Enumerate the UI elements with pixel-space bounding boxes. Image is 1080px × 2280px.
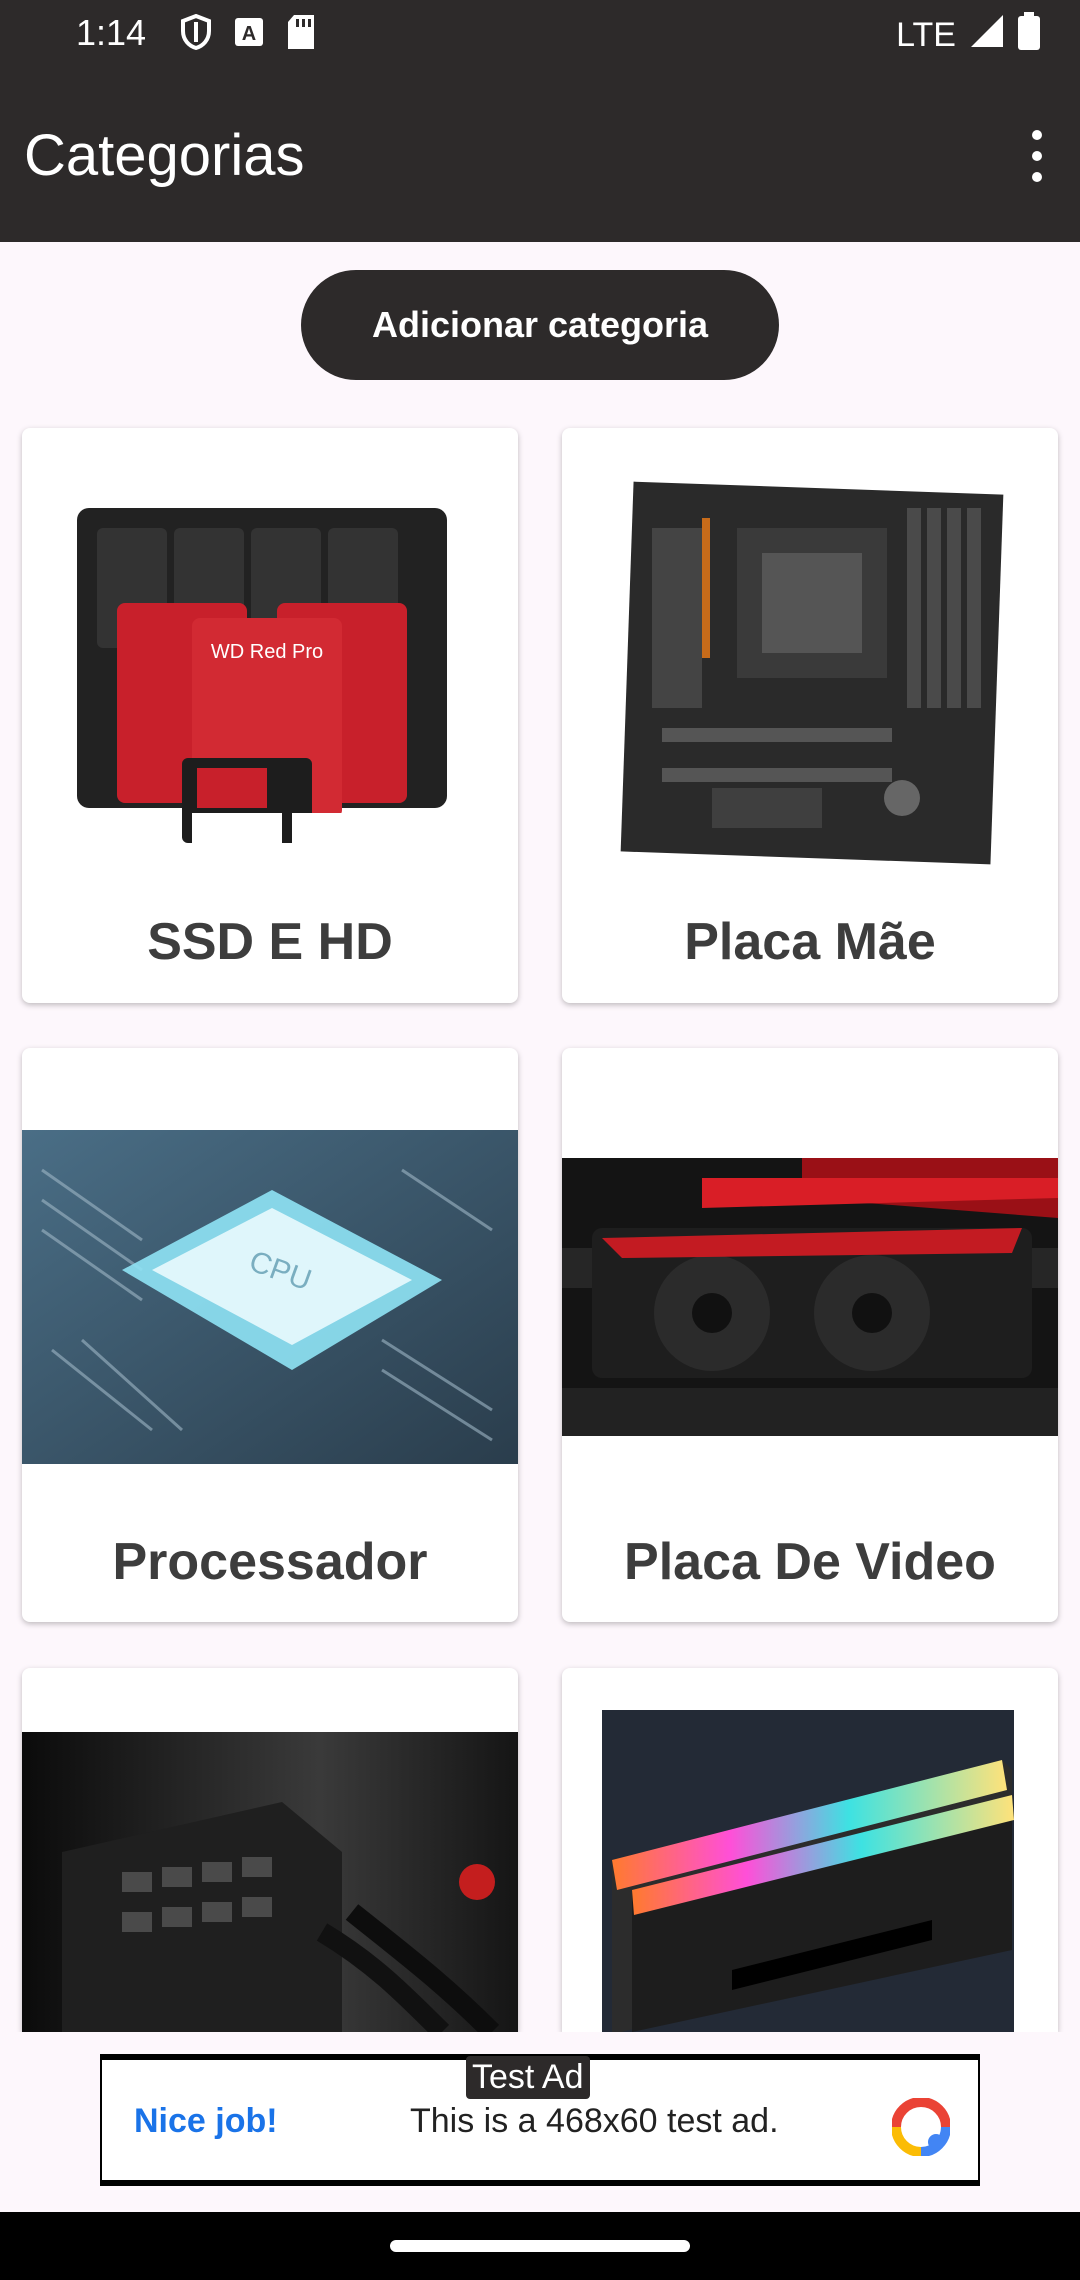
- sd-card-icon: [286, 14, 316, 55]
- a-box-icon: A: [234, 17, 264, 52]
- status-icons-right: LTE: [896, 12, 1040, 59]
- motherboard-image: [620, 481, 1004, 865]
- graphics-card-image: [562, 1158, 1058, 1436]
- category-label: Processador: [112, 1533, 428, 1591]
- category-card-fonte[interactable]: [22, 1668, 518, 2032]
- category-card-placa-de-video[interactable]: Placa De Video: [562, 1048, 1058, 1622]
- test-ad-tag: Test Ad: [466, 2056, 590, 2099]
- app-bar: Categorias: [0, 68, 1080, 242]
- power-supply-image: [22, 1732, 518, 2032]
- add-category-button[interactable]: Adicionar categoria: [301, 270, 779, 380]
- category-label: SSD E HD: [147, 913, 393, 971]
- rgb-ram-image: [602, 1710, 1014, 2032]
- ad-headline[interactable]: Nice job!: [134, 2102, 278, 2141]
- category-card-processador[interactable]: CPU Processador: [22, 1048, 518, 1622]
- status-icons-left: A: [180, 13, 316, 55]
- shield-icon: [180, 13, 212, 55]
- ad-body: This is a 468x60 test ad.: [410, 2102, 779, 2140]
- home-gesture-handle[interactable]: [390, 2240, 690, 2252]
- cpu-image: CPU: [22, 1130, 518, 1464]
- page-title: Categorias: [24, 123, 305, 188]
- network-label: LTE: [896, 16, 956, 54]
- signal-icon: [970, 14, 1004, 57]
- ad-logo-icon: [891, 2097, 951, 2161]
- status-time: 1:14: [76, 12, 147, 53]
- battery-icon: [1018, 12, 1040, 59]
- status-bar: 1:14 A LTE: [0, 0, 1080, 68]
- more-vert-icon[interactable]: [1012, 126, 1062, 186]
- svg-text:WD Red Pro: WD Red Pro: [211, 641, 323, 663]
- category-card-ssd-hd[interactable]: WD Red Pro SSD E HD: [22, 428, 518, 1003]
- navigation-bar: [0, 2212, 1080, 2280]
- category-label: Placa De Video: [624, 1533, 996, 1591]
- category-card-placa-mae[interactable]: Placa Mãe: [562, 428, 1058, 1003]
- category-label: Placa Mãe: [684, 913, 936, 971]
- svg-text:A: A: [242, 23, 256, 45]
- hard-drives-image: WD Red Pro: [77, 508, 447, 843]
- category-card-memoria[interactable]: [562, 1668, 1058, 2032]
